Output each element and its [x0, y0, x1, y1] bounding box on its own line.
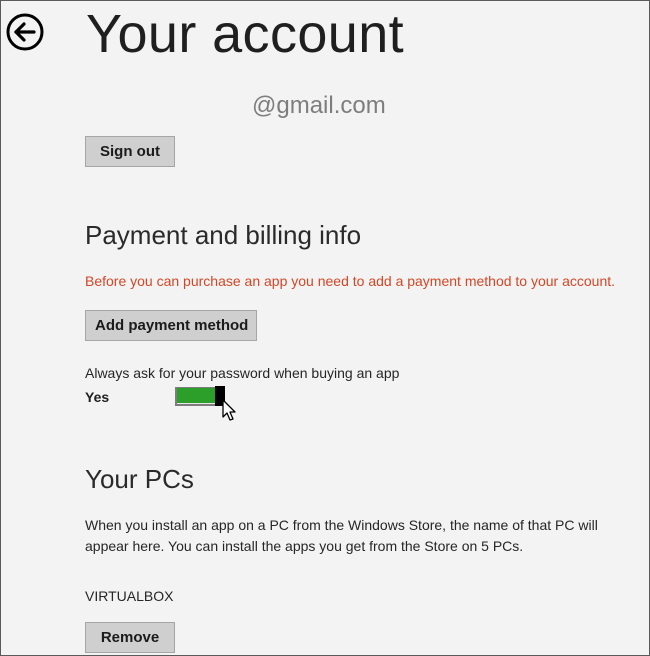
your-pcs-heading: Your PCs [85, 464, 194, 494]
password-prompt-label: Always ask for your password when buying… [85, 365, 400, 381]
password-prompt-state: Yes [85, 389, 110, 405]
toggle-thumb[interactable] [215, 386, 225, 406]
account-settings-screen: Your account @gmail.com Sign out Payment… [0, 0, 650, 656]
remove-pc-button[interactable]: Remove [85, 622, 175, 653]
add-payment-method-button[interactable]: Add payment method [85, 310, 257, 341]
page-title: Your account [86, 4, 405, 64]
pc-name: VIRTUALBOX [85, 588, 174, 604]
payment-billing-heading: Payment and billing info [85, 220, 362, 250]
account-email: @gmail.com [252, 92, 386, 119]
toggle-fill [177, 388, 215, 403]
back-button[interactable] [5, 12, 45, 52]
password-prompt-toggle[interactable] [175, 386, 225, 406]
sign-out-button[interactable]: Sign out [85, 136, 175, 167]
circle-arrow-left-icon [6, 13, 44, 51]
pcs-description: When you install an app on a PC from the… [85, 517, 598, 554]
payment-warning-text: Before you can purchase an app you need … [85, 273, 616, 289]
